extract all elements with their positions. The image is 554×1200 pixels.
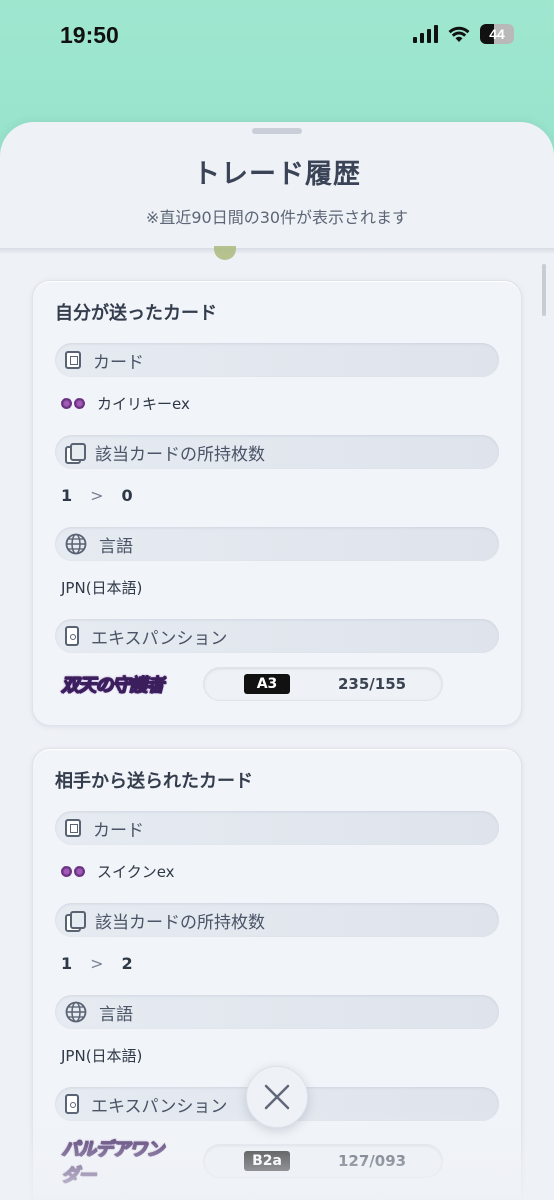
count-arrow: > <box>90 485 104 505</box>
count-field-label: 該当カードの所持枚数 <box>55 435 499 469</box>
card-label-text: カード <box>93 820 144 841</box>
page-title: トレード履歴 <box>193 159 361 190</box>
count-label-text: 該当カードの所持枚数 <box>95 444 265 465</box>
language-field-label: 言語 <box>55 995 499 1029</box>
fighting-energy-icon <box>61 397 85 409</box>
scrollbar[interactable] <box>542 264 546 316</box>
booster-pack-icon <box>65 1094 79 1114</box>
card-name: スイクンex <box>97 862 175 881</box>
expansion-code: B2a <box>244 1151 290 1171</box>
expansion-number: 127/093 <box>338 1152 407 1170</box>
language-label-text: 言語 <box>99 536 133 557</box>
signal-icon <box>413 25 438 43</box>
expansion-label-text: エキスパンション <box>91 1096 228 1117</box>
psychic-energy-icon <box>61 865 85 877</box>
count-from: 1 <box>61 485 73 505</box>
sheet-grabber[interactable] <box>252 128 302 134</box>
close-icon <box>264 1084 290 1110</box>
cards-stack-icon <box>65 911 86 932</box>
language-value: JPN(日本語) <box>61 578 143 597</box>
card-field-label: カード <box>55 343 499 377</box>
wifi-icon <box>448 26 470 42</box>
globe-icon <box>65 1001 87 1023</box>
battery-level: 44 <box>489 26 505 42</box>
count-to: 0 <box>121 485 133 505</box>
expansion-logo: 双天の守護者 <box>61 671 167 697</box>
sent-card-panel: 自分が送ったカード カード カイリキーex 該当カードの所持枚数 1 > 0 言… <box>32 280 522 726</box>
card-icon <box>65 819 81 837</box>
expansion-label-text: エキスパンション <box>91 628 228 649</box>
count-to: 2 <box>121 953 133 973</box>
card-label-text: カード <box>93 352 144 373</box>
count-arrow: > <box>90 953 104 973</box>
card-field-label: カード <box>55 811 499 845</box>
trade-list: 自分が送ったカード カード カイリキーex 該当カードの所持枚数 1 > 0 言… <box>32 280 522 1200</box>
trade-history-sheet: トレード履歴 ※直近90日間の30件が表示されます 自分が送ったカード カード … <box>0 122 554 1200</box>
count-field-label: 該当カードの所持枚数 <box>55 903 499 937</box>
count-value-row: 1 > 0 <box>55 469 499 527</box>
expansion-logo: パルデアワンダー <box>61 1135 167 1187</box>
header-divider <box>0 248 554 254</box>
expansion-pill: A3 235/155 <box>203 667 443 701</box>
received-card-panel: 相手から送られたカード カード スイクンex 該当カードの所持枚数 1 > 2 <box>32 748 522 1200</box>
status-icons: 44 <box>413 24 514 44</box>
card-thumbnail-icon <box>214 246 236 260</box>
sent-card-title: 自分が送ったカード <box>55 303 217 324</box>
status-bar: 19:50 44 <box>0 0 554 80</box>
language-field-label: 言語 <box>55 527 499 561</box>
card-name-row: カイリキーex <box>55 377 499 435</box>
expansion-row: 双天の守護者 A3 235/155 <box>55 653 499 701</box>
battery-icon: 44 <box>480 24 514 44</box>
page-subtitle: ※直近90日間の30件が表示されます <box>145 208 409 227</box>
expansion-number: 235/155 <box>338 675 407 693</box>
cards-stack-icon <box>65 443 86 464</box>
card-icon <box>65 351 81 369</box>
count-label-text: 該当カードの所持枚数 <box>95 912 265 933</box>
card-name-row: スイクンex <box>55 845 499 903</box>
received-card-title: 相手から送られたカード <box>55 771 253 792</box>
expansion-row: パルデアワンダー B2a 127/093 <box>55 1121 499 1187</box>
expansion-field-label: エキスパンション <box>55 619 499 653</box>
status-time: 19:50 <box>60 22 119 48</box>
language-label-text: 言語 <box>99 1004 133 1025</box>
globe-icon <box>65 533 87 555</box>
count-from: 1 <box>61 953 73 973</box>
booster-pack-icon <box>65 626 79 646</box>
close-button[interactable] <box>246 1066 308 1128</box>
expansion-code: A3 <box>244 674 290 694</box>
card-name: カイリキーex <box>97 394 190 413</box>
count-value-row: 1 > 2 <box>55 937 499 995</box>
expansion-pill: B2a 127/093 <box>203 1144 443 1178</box>
